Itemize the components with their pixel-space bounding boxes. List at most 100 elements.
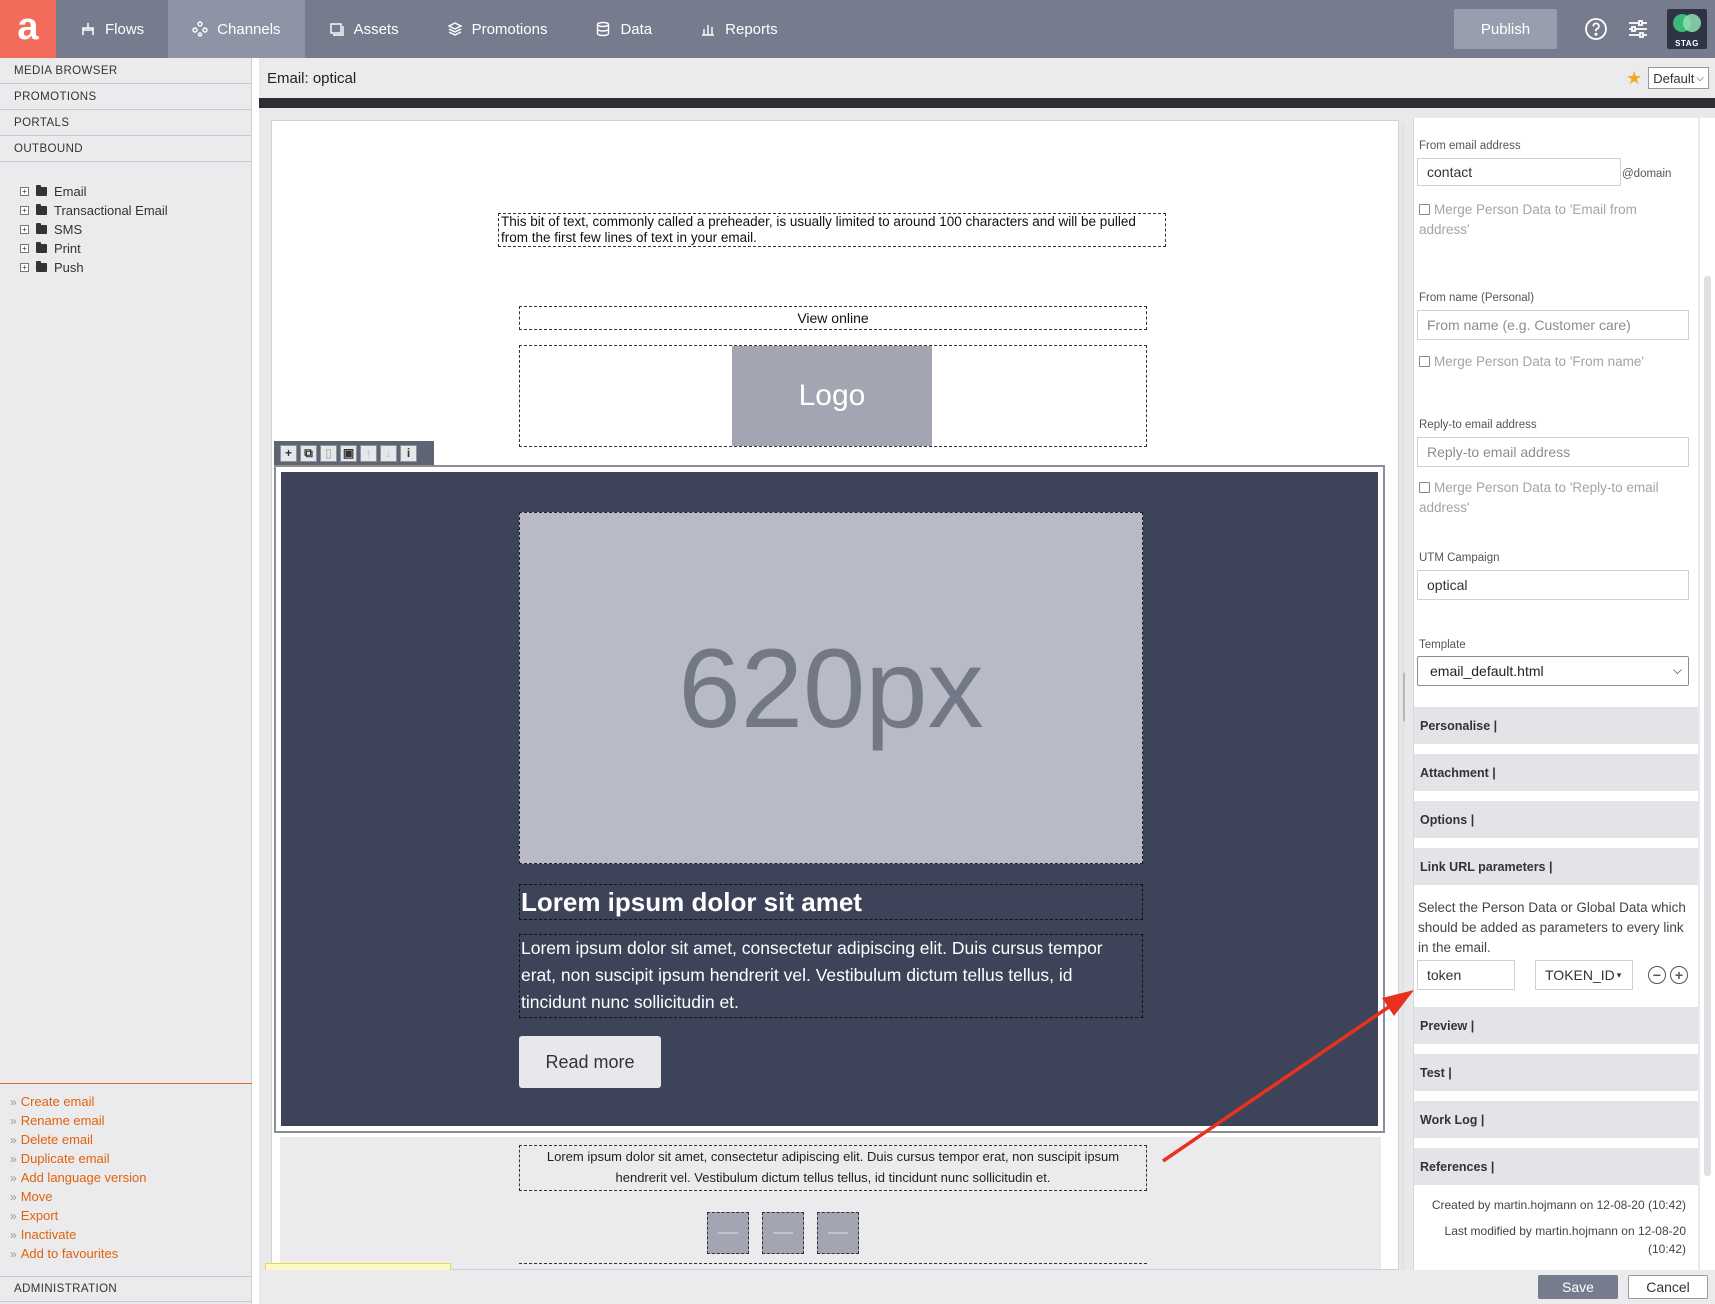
- settings-sliders-icon[interactable]: [1617, 0, 1659, 58]
- action-rename-email[interactable]: » Rename email: [10, 1111, 252, 1130]
- reply-to-input[interactable]: Reply-to email address: [1417, 437, 1689, 467]
- section-test[interactable]: Test |: [1414, 1054, 1698, 1091]
- merge-from-name-checkbox[interactable]: Merge Person Data to 'From name': [1419, 352, 1689, 372]
- tree-item-email[interactable]: + Email: [20, 182, 251, 201]
- settings-scrollbar[interactable]: [1700, 118, 1715, 1270]
- left-sidebar: MEDIA BROWSER PROMOTIONS PORTALS OUTBOUN…: [0, 58, 252, 1304]
- email-canvas-area: This bit of text, commonly called a preh…: [259, 108, 1415, 1270]
- hero-block-selected[interactable]: 620px Lorem ipsum dolor sit amet Lorem i…: [274, 465, 1385, 1133]
- view-online-block[interactable]: View online: [519, 306, 1147, 330]
- expand-icon[interactable]: +: [20, 263, 29, 272]
- param-value-dropdown[interactable]: TOKEN_ID ▾: [1535, 960, 1633, 990]
- sidebar-portals[interactable]: PORTALS: [0, 110, 251, 136]
- outbound-tree: + Email + Transactional Email + SMS + Print …: [0, 162, 251, 277]
- expand-icon[interactable]: +: [20, 187, 29, 196]
- remove-param-icon[interactable]: −: [1648, 966, 1666, 984]
- sidebar-promotions[interactable]: PROMOTIONS: [0, 84, 251, 110]
- from-name-label: From name (Personal): [1419, 292, 1535, 304]
- nav-promotions[interactable]: Promotions: [423, 0, 572, 58]
- nav-channels[interactable]: Channels: [168, 0, 305, 58]
- merge-email-from-checkbox[interactable]: Merge Person Data to 'Email from address…: [1419, 200, 1689, 240]
- save-block-icon[interactable]: ▣: [340, 444, 357, 462]
- action-add-to-favourites[interactable]: » Add to favourites: [10, 1244, 252, 1263]
- nav-assets[interactable]: Assets: [305, 0, 423, 58]
- info-icon[interactable]: i: [400, 444, 417, 462]
- expand-icon[interactable]: +: [20, 206, 29, 215]
- footer-text-block[interactable]: Lorem ipsum dolor sit amet, consectetur …: [519, 1145, 1147, 1191]
- move-up-icon[interactable]: ↑: [360, 444, 377, 462]
- read-more-button[interactable]: Read more: [519, 1036, 661, 1088]
- publish-button[interactable]: Publish: [1454, 9, 1557, 49]
- copy-block-icon[interactable]: ⧉: [300, 444, 317, 462]
- section-personalise[interactable]: Personalise |: [1414, 707, 1698, 744]
- move-down-icon[interactable]: ↓: [380, 444, 397, 462]
- email-canvas[interactable]: This bit of text, commonly called a preh…: [271, 120, 1399, 1270]
- sidebar-media-browser[interactable]: MEDIA BROWSER: [0, 58, 251, 84]
- unsubscribe-block[interactable]: [519, 1263, 1147, 1269]
- logo-placeholder-image[interactable]: Logo: [732, 346, 932, 446]
- merge-reply-to-checkbox[interactable]: Merge Person Data to 'Reply-to email add…: [1419, 478, 1689, 518]
- param-name-input[interactable]: token: [1417, 960, 1515, 990]
- nav-reports[interactable]: Reports: [676, 0, 802, 58]
- expand-icon[interactable]: +: [20, 225, 29, 234]
- section-preview[interactable]: Preview |: [1414, 1007, 1698, 1044]
- logo-block[interactable]: Logo: [519, 345, 1147, 447]
- from-email-input[interactable]: contact: [1417, 158, 1621, 186]
- template-label: Template: [1419, 639, 1466, 651]
- tree-item-print[interactable]: + Print: [20, 239, 251, 258]
- utm-input[interactable]: optical: [1417, 570, 1689, 600]
- header-controls: ★ Default ⌵: [1626, 67, 1715, 89]
- folder-icon: [36, 223, 47, 234]
- expand-icon[interactable]: +: [20, 244, 29, 253]
- hero-text[interactable]: Lorem ipsum dolor sit amet, consectetur …: [519, 934, 1143, 1018]
- action-duplicate-email[interactable]: » Duplicate email: [10, 1149, 252, 1168]
- environment-label: STAG: [1675, 39, 1699, 48]
- hero-placeholder-image[interactable]: 620px: [519, 512, 1143, 864]
- from-email-label: From email address: [1419, 140, 1521, 152]
- add-param-icon[interactable]: +: [1670, 966, 1688, 984]
- checkbox-icon[interactable]: [1419, 204, 1430, 215]
- section-work-log[interactable]: Work Log |: [1414, 1101, 1698, 1138]
- action-inactivate[interactable]: » Inactivate: [10, 1225, 252, 1244]
- action-move[interactable]: » Move: [10, 1187, 252, 1206]
- chevron-down-icon: ⌵: [1672, 663, 1682, 677]
- tree-item-push[interactable]: + Push: [20, 258, 251, 277]
- action-export[interactable]: » Export: [10, 1206, 252, 1225]
- app-logo[interactable]: a: [0, 0, 56, 58]
- reports-icon: [702, 25, 715, 36]
- section-link-url-parameters[interactable]: Link URL parameters |: [1414, 848, 1698, 885]
- tree-item-sms[interactable]: + SMS: [20, 220, 251, 239]
- link-params-description: Select the Person Data or Global Data wh…: [1418, 900, 1686, 955]
- add-block-icon[interactable]: +: [280, 444, 297, 462]
- nav-data[interactable]: Data: [571, 0, 676, 58]
- social-icon-2[interactable]: [762, 1212, 804, 1254]
- template-select[interactable]: email_default.html ⌵: [1417, 656, 1689, 686]
- social-icon-3[interactable]: [817, 1212, 859, 1254]
- sidebar-outbound[interactable]: OUTBOUND: [0, 136, 251, 162]
- section-options[interactable]: Options |: [1414, 801, 1698, 838]
- nav-flows[interactable]: Flows: [56, 0, 168, 58]
- cancel-button[interactable]: Cancel: [1628, 1275, 1708, 1299]
- from-name-input[interactable]: From name (e.g. Customer care): [1417, 310, 1689, 340]
- action-delete-email[interactable]: » Delete email: [10, 1130, 252, 1149]
- save-button[interactable]: Save: [1538, 1275, 1618, 1299]
- checkbox-icon[interactable]: [1419, 356, 1430, 367]
- page-title: Email: optical: [267, 69, 357, 87]
- view-select[interactable]: Default ⌵: [1648, 67, 1709, 89]
- help-icon[interactable]: [1575, 0, 1617, 58]
- favourite-star-icon[interactable]: ★: [1626, 68, 1642, 89]
- section-references[interactable]: References |: [1414, 1148, 1698, 1185]
- section-attachment[interactable]: Attachment |: [1414, 754, 1698, 791]
- checkbox-icon[interactable]: [1419, 482, 1430, 493]
- tree-item-transactional-email[interactable]: + Transactional Email: [20, 201, 251, 220]
- social-icon-1[interactable]: [707, 1212, 749, 1254]
- header-divider: [259, 98, 1715, 108]
- hero-title[interactable]: Lorem ipsum dolor sit amet: [519, 884, 1143, 920]
- delete-block-icon[interactable]: ▯: [320, 444, 337, 462]
- sidebar-administration[interactable]: ADMINISTRATION: [0, 1276, 252, 1302]
- action-add-language-version[interactable]: » Add language version: [10, 1168, 252, 1187]
- environment-badge[interactable]: STAG: [1667, 9, 1707, 49]
- settings-scroll-thumb[interactable]: [1704, 276, 1711, 1176]
- preheader-block[interactable]: This bit of text, commonly called a preh…: [498, 213, 1166, 247]
- action-create-email[interactable]: » Create email: [10, 1092, 252, 1111]
